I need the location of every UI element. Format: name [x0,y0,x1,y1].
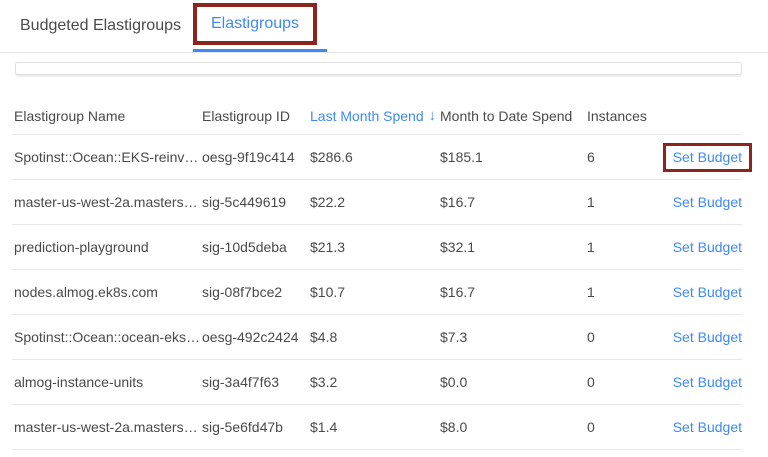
cell-last-month-spend: $4.8 [310,329,440,345]
cell-action: Set Budget [662,413,742,442]
column-header-elastigroup-id[interactable]: Elastigroup ID [202,108,310,124]
column-header-month-to-date-spend[interactable]: Month to Date Spend [440,108,587,124]
cell-last-month-spend: $286.6 [310,149,440,165]
cell-month-to-date-spend: $185.1 [440,149,587,165]
elastigroups-table: Elastigroup Name Elastigroup ID Last Mon… [0,97,768,450]
cell-instances: 1 [587,284,662,300]
cell-elastigroup-name: Spotinst::Ocean::EKS-reinv… [14,149,202,165]
set-budget-link[interactable]: Set Budget [673,239,742,255]
cell-action: Set Budget [662,233,742,262]
set-budget-link[interactable]: Set Budget [673,194,742,210]
column-header-instances[interactable]: Instances [587,108,662,124]
table-row: master-us-west-2a.masters… sig-5c449619 … [12,180,742,225]
annotation-box-set-budget: Set Budget [663,413,752,442]
cell-elastigroup-id: oesg-9f19c414 [202,149,310,165]
tab-bar-divider [0,52,768,53]
cell-elastigroup-name: prediction-playground [14,239,202,255]
table-row: nodes.almog.ek8s.com sig-08f7bce2 $10.7 … [12,270,742,315]
annotation-box-set-budget: Set Budget [663,368,752,397]
cell-last-month-spend: $3.2 [310,374,440,390]
cell-elastigroup-id: sig-5c449619 [202,194,310,210]
table-row: Spotinst::Ocean::EKS-reinv… oesg-9f19c41… [12,135,742,180]
annotation-box-set-budget: Set Budget [663,278,752,307]
cell-last-month-spend: $1.4 [310,419,440,435]
cell-elastigroup-name: almog-instance-units [14,374,202,390]
column-header-elastigroup-name[interactable]: Elastigroup Name [14,108,202,124]
annotation-box-set-budget: Set Budget [663,143,752,172]
sort-descending-icon[interactable]: ↓ [429,107,437,124]
cell-last-month-spend: $22.2 [310,194,440,210]
tab-elastigroups[interactable]: Elastigroups [211,15,299,33]
cell-month-to-date-spend: $0.0 [440,374,587,390]
annotation-box-set-budget: Set Budget [663,233,752,262]
cell-action: Set Budget [662,278,742,307]
column-header-last-month-spend-label: Last Month Spend [310,108,424,124]
cell-last-month-spend: $21.3 [310,239,440,255]
cell-month-to-date-spend: $7.3 [440,329,587,345]
table-body: Spotinst::Ocean::EKS-reinv… oesg-9f19c41… [0,135,768,450]
tab-bar: Budgeted Elastigroups Elastigroups [0,0,768,53]
cell-elastigroup-name: master-us-west-2a.masters… [14,194,202,210]
cell-instances: 1 [587,239,662,255]
cell-elastigroup-name: master-us-west-2a.masters… [14,419,202,435]
cell-action: Set Budget [662,323,742,352]
cell-action: Set Budget [662,143,742,172]
set-budget-link[interactable]: Set Budget [673,149,742,165]
column-header-last-month-spend[interactable]: Last Month Spend ↓ [310,107,440,124]
cell-month-to-date-spend: $16.7 [440,284,587,300]
annotation-box-set-budget: Set Budget [663,188,752,217]
cell-last-month-spend: $10.7 [310,284,440,300]
cell-month-to-date-spend: $32.1 [440,239,587,255]
cell-action: Set Budget [662,368,742,397]
cell-instances: 0 [587,329,662,345]
cell-elastigroup-id: sig-5e6fd47b [202,419,310,435]
tab-budgeted-elastigroups-label: Budgeted Elastigroups [20,17,181,35]
set-budget-link[interactable]: Set Budget [673,374,742,390]
cell-instances: 0 [587,374,662,390]
table-row: master-us-west-2a.masters… sig-5e6fd47b … [12,405,742,450]
table-row: prediction-playground sig-10d5deba $21.3… [12,225,742,270]
cell-instances: 1 [587,194,662,210]
cell-elastigroup-id: sig-10d5deba [202,239,310,255]
set-budget-link[interactable]: Set Budget [673,419,742,435]
set-budget-link[interactable]: Set Budget [673,329,742,345]
cell-month-to-date-spend: $8.0 [440,419,587,435]
cell-instances: 6 [587,149,662,165]
table-header-row: Elastigroup Name Elastigroup ID Last Mon… [12,97,742,135]
table-row: almog-instance-units sig-3a4f7f63 $3.2 $… [12,360,742,405]
cell-elastigroup-name: nodes.almog.ek8s.com [14,284,202,300]
cell-elastigroup-name: Spotinst::Ocean::ocean-eks… [14,329,202,345]
cell-elastigroup-id: oesg-492c2424 [202,329,310,345]
filter-bar[interactable] [15,62,742,75]
cell-instances: 0 [587,419,662,435]
cell-month-to-date-spend: $16.7 [440,194,587,210]
tab-budgeted-elastigroups[interactable]: Budgeted Elastigroups [20,0,181,52]
table-row: Spotinst::Ocean::ocean-eks… oesg-492c242… [12,315,742,360]
cell-elastigroup-id: sig-3a4f7f63 [202,374,310,390]
set-budget-link[interactable]: Set Budget [673,284,742,300]
annotation-box-active-tab: Elastigroups [193,3,317,45]
cell-action: Set Budget [662,188,742,217]
annotation-box-set-budget: Set Budget [663,323,752,352]
cell-elastigroup-id: sig-08f7bce2 [202,284,310,300]
